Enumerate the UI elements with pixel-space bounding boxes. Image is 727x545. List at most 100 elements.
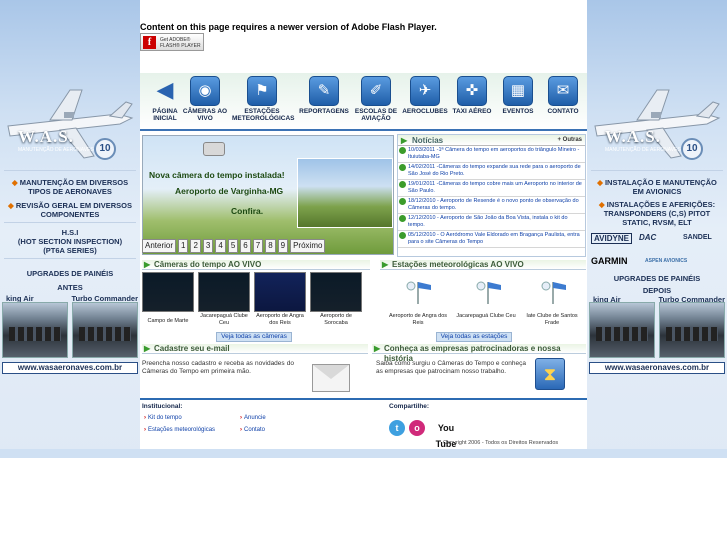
pagination: Anterior 1 2 3 4 5 6 7 8 9 Próximo bbox=[142, 239, 326, 253]
camera-thumbnail[interactable] bbox=[142, 272, 194, 312]
brand-logo-aspen: ASPEN AVIONICS bbox=[645, 258, 688, 264]
orkut-icon[interactable]: o bbox=[409, 420, 425, 436]
camera-thumbnail[interactable] bbox=[254, 272, 306, 312]
ad-item-text: INSTALAÇÃO E MANUTENÇÃO EM AVIONICS bbox=[604, 178, 717, 196]
anniversary-badge: 10 bbox=[94, 138, 116, 160]
station-caption[interactable]: Iate Clube de Santos Frade bbox=[520, 313, 584, 326]
pager-page[interactable]: 8 bbox=[265, 239, 276, 253]
weather-station-icon[interactable] bbox=[403, 276, 433, 306]
website-url[interactable]: www.wasaeronaves.com.br bbox=[589, 362, 725, 374]
sponsors-text: Saiba como surgiu o Câmeras do Tempo e c… bbox=[376, 360, 526, 375]
nav-contact[interactable]: ✉ CONTATO bbox=[541, 76, 585, 115]
nav-aeroclubs[interactable]: ✈ AEROCLUBES bbox=[402, 76, 448, 115]
cockpit-image bbox=[72, 302, 138, 358]
pager-page[interactable]: 4 bbox=[215, 239, 226, 253]
pager-next[interactable]: Próximo bbox=[290, 239, 326, 253]
website-url[interactable]: www.wasaeronaves.com.br bbox=[2, 362, 138, 374]
hourglass-icon[interactable]: ⧗ bbox=[535, 358, 565, 390]
clipboard-icon: ✐ bbox=[361, 76, 391, 106]
see-all-cameras-button[interactable]: Veja todas as câmeras bbox=[216, 332, 292, 342]
featured-banner[interactable]: Nova câmera do tempo instalada! Aeroport… bbox=[142, 135, 394, 255]
nav-reports[interactable]: ✎ REPORTAGENS bbox=[298, 76, 350, 115]
nav-air-taxi[interactable]: ✜ TAXI AÉREO bbox=[450, 76, 494, 115]
pager-page[interactable]: 3 bbox=[202, 239, 214, 253]
play-icon bbox=[399, 232, 406, 239]
section-title: Estações meteorológicas AO VIVO bbox=[392, 260, 524, 269]
weather-station-icon[interactable] bbox=[473, 276, 503, 306]
arrow-left-icon: ◀ bbox=[156, 77, 174, 102]
camera-thumbnail[interactable] bbox=[310, 272, 362, 312]
see-all-stations-button[interactable]: Veja todas as estações bbox=[436, 332, 512, 342]
weather-station-icon[interactable] bbox=[538, 276, 568, 306]
footer-link[interactable]: › Kit do tempo bbox=[144, 415, 182, 421]
airport-photo bbox=[297, 158, 393, 228]
ad-before: ANTES bbox=[57, 283, 83, 292]
news-item-text: 10/03/2011 -1ª Câmera do tempo em aeropo… bbox=[408, 147, 580, 160]
footer-link[interactable]: › Contato bbox=[240, 427, 265, 433]
camera-caption[interactable]: Aeroporto de Sorocaba bbox=[310, 313, 362, 326]
arrow-right-icon: ▶ bbox=[144, 344, 151, 353]
nav-events[interactable]: ▦ EVENTOS bbox=[496, 76, 540, 115]
pager-page[interactable]: 1 bbox=[178, 239, 189, 253]
bullet-icon: ◆ bbox=[8, 201, 16, 210]
camera-caption[interactable]: Aeroporto de Angra dos Reis bbox=[254, 313, 306, 326]
arrow-right-icon: ▶ bbox=[401, 136, 408, 145]
news-more-link[interactable]: + Outras bbox=[557, 135, 582, 146]
nav-label: EVENTOS bbox=[502, 108, 534, 115]
station-caption[interactable]: Jacarepaguá Clube Ceu bbox=[456, 313, 516, 320]
twitter-icon[interactable]: t bbox=[389, 420, 405, 436]
nav-label: ESTAÇÕES METEOROLÓGICAS bbox=[232, 108, 295, 122]
news-item[interactable]: 19/01/2011 -Câmeras do tempo cobre mais … bbox=[398, 180, 585, 197]
pager-page[interactable]: 2 bbox=[190, 239, 201, 253]
ad-hsi-line2: (HOT SECTION INSPECTION) bbox=[17, 237, 123, 246]
left-ad-banner[interactable]: W.A.S. MANUTENÇÃO DE AERONAVES 10 ◆ MANU… bbox=[0, 0, 140, 458]
ad-item-text: INSTALAÇÕES E AFERIÇÕES: TRANSPONDERS (C… bbox=[603, 200, 716, 227]
bullet-icon: ◆ bbox=[11, 178, 20, 187]
news-panel: ▶ Notícias + Outras 10/03/2011 -1ª Câmer… bbox=[397, 134, 586, 257]
nav-flight-schools[interactable]: ✐ ESCOLAS DE AVIAÇÃO bbox=[352, 76, 400, 122]
pager-prev[interactable]: Anterior bbox=[142, 239, 177, 253]
section-title: Cadastre seu e-mail bbox=[154, 344, 230, 353]
arrow-right-icon: ▶ bbox=[144, 260, 151, 269]
footer-link-text: Estações meteorológicas bbox=[148, 427, 216, 433]
calendar-icon: ▦ bbox=[503, 76, 533, 106]
nav-cameras[interactable]: ◉ CÂMERAS AO VIVO bbox=[182, 76, 228, 122]
page: W.A.S. MANUTENÇÃO DE AERONAVES 10 ◆ MANU… bbox=[0, 0, 727, 545]
station-caption[interactable]: Aeroporto de Angra dos Reis bbox=[383, 313, 453, 326]
bullet-icon: › bbox=[144, 415, 146, 421]
news-item[interactable]: 10/03/2011 -1ª Câmera do tempo em aeropo… bbox=[398, 146, 585, 163]
copyright: Copyright 2006 - Todos os Direitos Reser… bbox=[443, 440, 559, 446]
news-item-text: 12/12/2010 - Aeroporto de São João da Bo… bbox=[408, 215, 568, 228]
youtube-icon[interactable]: You Tube bbox=[428, 420, 464, 449]
get-flash-player-button[interactable]: f Get ADOBE® FLASH® PLAYER bbox=[140, 33, 204, 51]
envelope-icon[interactable] bbox=[312, 364, 350, 392]
camera-caption[interactable]: Campo de Marte bbox=[142, 318, 194, 325]
news-item[interactable]: 18/12/2010 - Aeroporto de Resende é o no… bbox=[398, 197, 585, 214]
camera-caption[interactable]: Jacarepaguá Clube Ceu bbox=[196, 313, 252, 326]
was-logo: W.A.S. bbox=[605, 127, 661, 146]
pager-page[interactable]: 7 bbox=[252, 239, 264, 253]
main-content: Content on this page requires a newer ve… bbox=[140, 0, 587, 449]
footer-share-title: Compartilhe: bbox=[389, 403, 430, 410]
footer-link[interactable]: › Estações meteorológicas bbox=[144, 427, 215, 433]
nav-label: CONTATO bbox=[547, 108, 579, 115]
right-ad-banner[interactable]: W.A.S. MANUTENÇÃO DE AERONAVES 10 ◆ INST… bbox=[587, 0, 727, 458]
news-item[interactable]: 05/12/2010 - O Aeródromo Vale Eldorado e… bbox=[398, 231, 585, 248]
plane-icon: ✈ bbox=[410, 76, 440, 106]
featured-headline: Nova câmera do tempo instalada! bbox=[149, 170, 285, 180]
flash-logo-icon: f bbox=[143, 36, 156, 49]
bullet-icon: ◆ bbox=[597, 178, 605, 187]
camera-image bbox=[203, 142, 225, 156]
divider bbox=[4, 222, 136, 223]
camera-thumbnail[interactable] bbox=[198, 272, 250, 312]
pager-page[interactable]: 9 bbox=[277, 239, 289, 253]
news-item[interactable]: 12/12/2010 - Aeroporto de São João da Bo… bbox=[398, 214, 585, 231]
bottom-band bbox=[0, 449, 727, 458]
pager-page[interactable]: 5 bbox=[227, 239, 239, 253]
news-item[interactable]: 14/02/2011 -Câmeras do tempo expande sua… bbox=[398, 163, 585, 180]
bullet-icon: › bbox=[240, 427, 242, 433]
nav-weather-stations[interactable]: ⚑ ESTAÇÕES METEOROLÓGICAS bbox=[232, 76, 295, 122]
cockpit-image bbox=[589, 302, 655, 358]
footer-link[interactable]: › Anuncie bbox=[240, 415, 266, 421]
pager-page[interactable]: 6 bbox=[240, 239, 251, 253]
